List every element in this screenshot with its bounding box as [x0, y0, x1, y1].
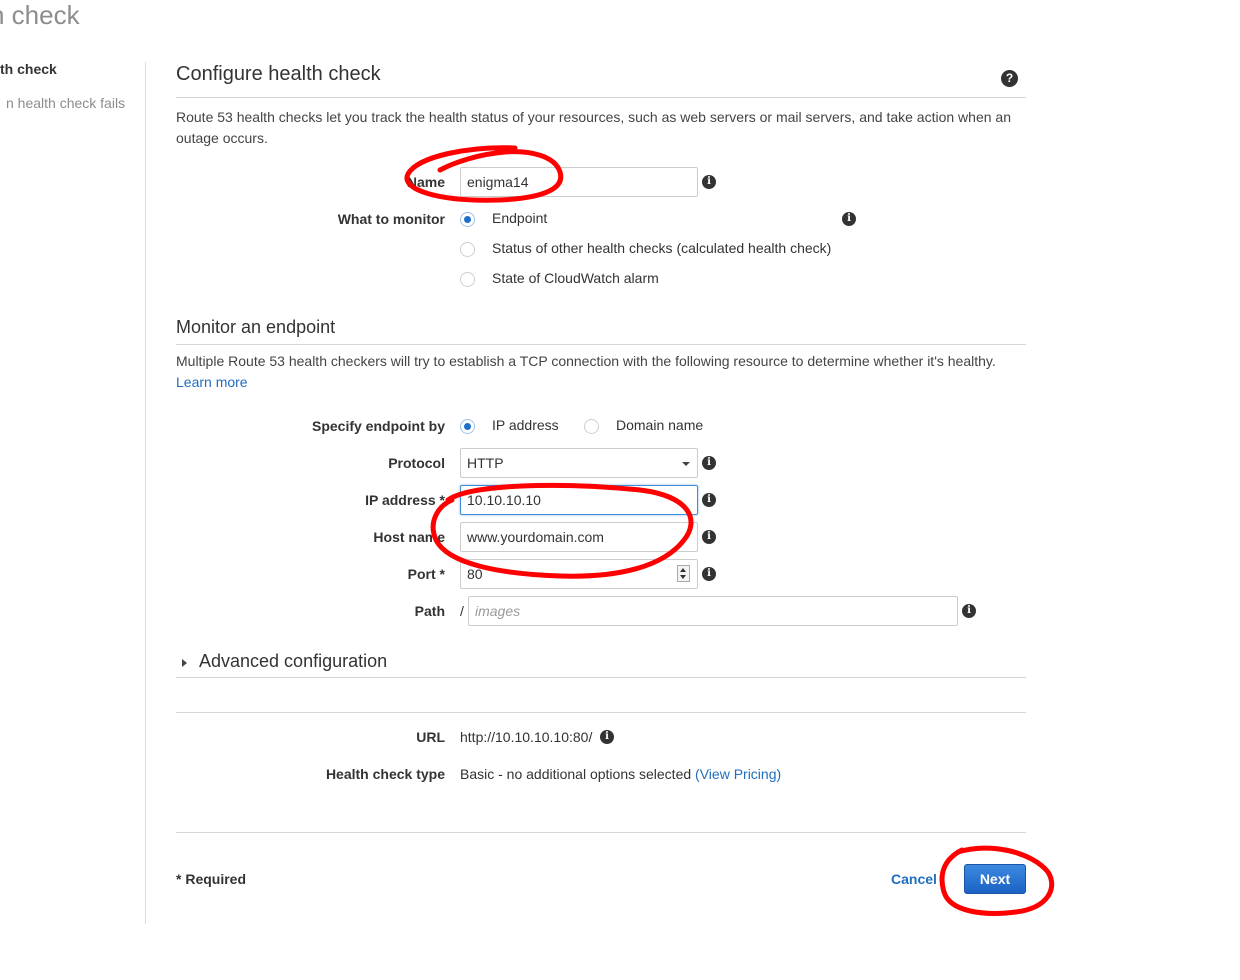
wizard-step-configure[interactable]: th check [0, 61, 57, 77]
path-input[interactable]: images [468, 596, 958, 626]
specify-endpoint-label: Specify endpoint by [311, 418, 445, 434]
url-label: URL [416, 729, 445, 745]
column-divider [145, 62, 146, 924]
advanced-configuration-toggle[interactable]: Advanced configuration [199, 651, 387, 672]
info-icon[interactable]: i [702, 175, 716, 189]
option-cloudwatch-label: State of CloudWatch alarm [492, 270, 659, 286]
url-value: http://10.10.10.10:80/ [460, 729, 593, 745]
port-value: 80 [467, 566, 483, 582]
configure-section-title: Configure health check [176, 63, 381, 85]
stepper-up-icon[interactable] [680, 568, 686, 572]
path-label: Path [414, 603, 445, 619]
radio-calculated-health-check[interactable] [460, 242, 475, 257]
name-label: Name [406, 174, 445, 190]
host-name-input[interactable]: www.yourdomain.com [460, 522, 698, 552]
option-domain-name-label: Domain name [616, 417, 704, 433]
radio-cloudwatch-alarm[interactable] [460, 272, 475, 287]
port-input[interactable]: 80 [460, 559, 698, 589]
endpoint-description: Multiple Route 53 health checkers will t… [176, 353, 996, 369]
option-ip-address-label: IP address [492, 417, 559, 433]
health-check-type-text: Basic - no additional options selected [460, 766, 692, 782]
ip-address-label: IP address * [280, 492, 445, 508]
radio-domain-name[interactable] [584, 419, 599, 434]
info-icon[interactable]: i [962, 604, 976, 618]
port-label: Port * [280, 566, 445, 582]
protocol-value: HTTP [467, 455, 504, 471]
option-calculated-label: Status of other health checks (calculate… [492, 240, 832, 256]
view-pricing-link[interactable]: (View Pricing) [695, 766, 781, 782]
radio-ip-address[interactable] [460, 419, 475, 434]
section-rule [176, 712, 1026, 713]
info-icon[interactable]: i [600, 730, 614, 744]
learn-more-link[interactable]: Learn more [176, 374, 248, 390]
help-icon[interactable]: ? [1001, 70, 1018, 87]
expand-caret-icon[interactable] [182, 659, 187, 667]
option-endpoint-label: Endpoint [492, 210, 548, 226]
protocol-select[interactable]: HTTP [460, 448, 698, 478]
required-note: * Required [176, 871, 247, 887]
section-rule [176, 344, 1026, 345]
stepper-down-icon[interactable] [680, 575, 686, 579]
cancel-button[interactable]: Cancel [891, 871, 937, 887]
info-icon[interactable]: i [702, 493, 716, 507]
health-check-type-value: Basic - no additional options selected (… [460, 766, 781, 782]
port-stepper[interactable] [677, 565, 690, 582]
required-marker: * [439, 492, 445, 508]
health-check-type-label: Health check type [325, 766, 445, 782]
wizard-step-notification[interactable]: n health check fails [6, 95, 125, 111]
chevron-down-icon [682, 462, 690, 466]
path-prefix: / [460, 603, 464, 619]
name-input[interactable]: enigma14 [460, 167, 698, 197]
info-icon[interactable]: i [842, 212, 856, 226]
ip-address-input[interactable]: 10.10.10.10 [460, 485, 698, 515]
info-icon[interactable]: i [702, 530, 716, 544]
section-rule [176, 97, 1026, 98]
section-rule [176, 677, 1026, 678]
section-rule [176, 832, 1026, 833]
path-placeholder: images [475, 603, 521, 619]
port-label-text: Port [407, 566, 436, 582]
info-icon[interactable]: i [702, 567, 716, 581]
host-name-label: Host name [373, 529, 445, 545]
info-icon[interactable]: i [702, 456, 716, 470]
next-button[interactable]: Next [964, 864, 1026, 894]
what-to-monitor-label: What to monitor [337, 211, 445, 227]
page-title: n check [0, 0, 80, 30]
protocol-label: Protocol [388, 455, 445, 471]
configure-description: Route 53 health checks let you track the… [176, 109, 1011, 146]
required-marker: * [439, 566, 445, 582]
radio-endpoint[interactable] [460, 212, 475, 227]
ip-address-label-text: IP address [365, 492, 436, 508]
endpoint-section-title: Monitor an endpoint [176, 317, 336, 337]
